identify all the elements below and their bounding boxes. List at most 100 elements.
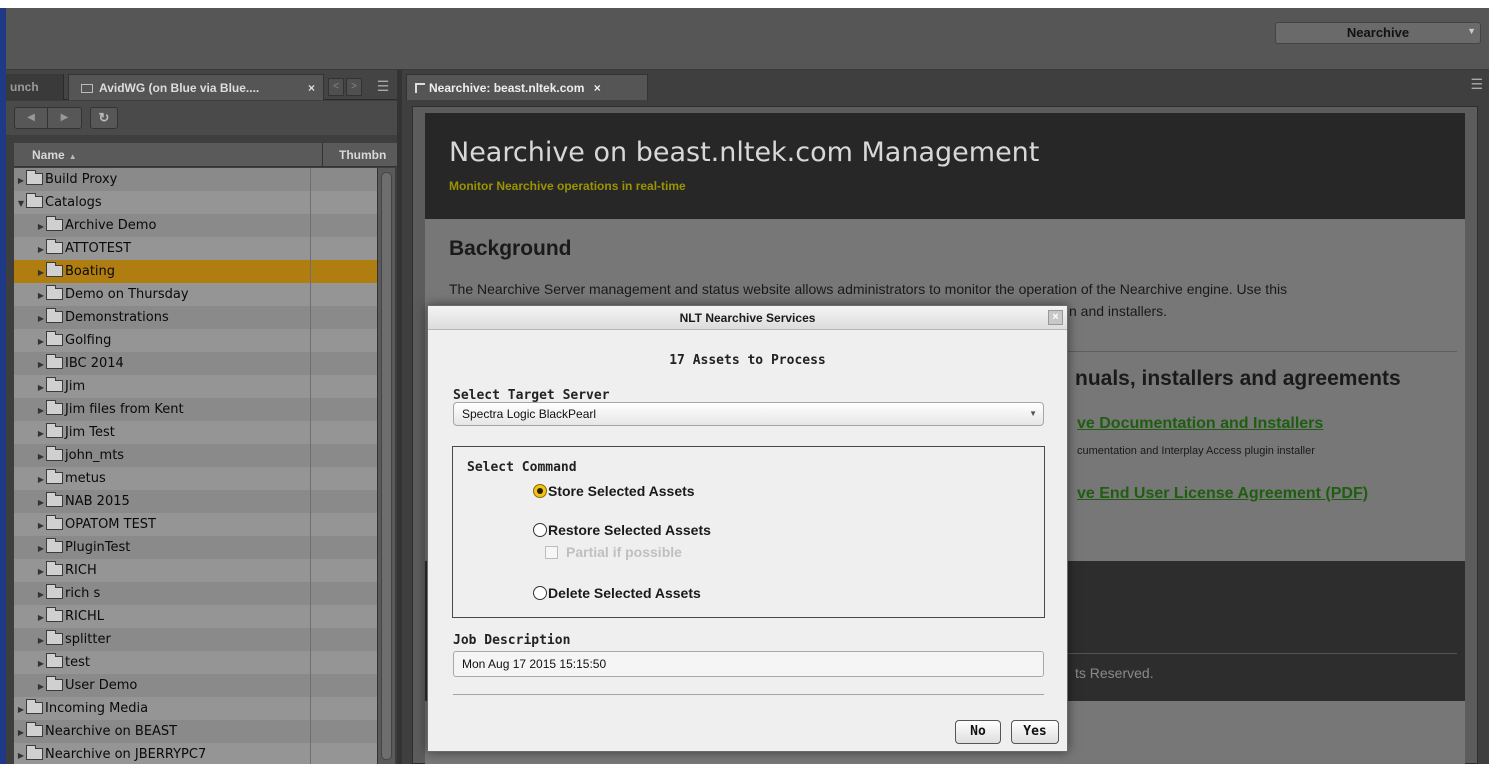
job-description-input[interactable]: Mon Aug 17 2015 15:15:50 <box>453 651 1044 677</box>
scrollbar-thumb[interactable] <box>381 172 392 760</box>
tree-row[interactable]: ▶ Boating <box>14 260 377 283</box>
tree-row[interactable]: ▶ Jim <box>14 375 377 398</box>
tab-scroll-right-button[interactable]: > <box>346 78 362 96</box>
tree-scrollbar[interactable] <box>377 168 395 764</box>
expanded-caret-icon[interactable]: ▼ <box>16 192 26 215</box>
tree-row[interactable]: ▶ Nearchive on BEAST <box>14 720 377 743</box>
license-agreement-link[interactable]: ve End User License Agreement (PDF) <box>1077 485 1368 503</box>
collapsed-caret-icon[interactable]: ▶ <box>16 169 26 192</box>
collapsed-caret-icon[interactable]: ▶ <box>36 399 46 422</box>
job-description-label: Job Description <box>453 633 571 648</box>
store-assets-radio[interactable]: Store Selected Assets <box>533 483 695 499</box>
tree-row[interactable]: ▶ rich s <box>14 582 377 605</box>
restore-assets-radio[interactable]: Restore Selected Assets <box>533 522 711 538</box>
close-icon[interactable]: × <box>308 75 315 100</box>
panel-menu-icon[interactable]: ☰ <box>375 78 391 96</box>
collapsed-caret-icon[interactable]: ▶ <box>36 215 46 238</box>
collapsed-caret-icon[interactable]: ▶ <box>36 537 46 560</box>
tree-row[interactable]: ▶ Golfing <box>14 329 377 352</box>
back-button[interactable]: ◀ <box>15 108 48 128</box>
collapsed-caret-icon[interactable]: ▶ <box>36 629 46 652</box>
folder-tree: ▶ Build Proxy ▼ Catalogs ▶ Archive Demo ▶ ATTOT… <box>14 168 377 764</box>
collapsed-caret-icon[interactable]: ▶ <box>36 238 46 261</box>
tree-row[interactable]: ▶ Nearchive on JBERRYPC7 <box>14 743 377 764</box>
tree-row[interactable]: ▶ Jim Test <box>14 421 377 444</box>
tree-row-label: PluginTest <box>65 540 131 555</box>
tree-row[interactable]: ▶ splitter <box>14 628 377 651</box>
collapsed-caret-icon[interactable]: ▶ <box>36 652 46 675</box>
chevron-down-icon: ▼ <box>1467 26 1476 36</box>
tree-row-label: OPATOM TEST <box>65 517 156 532</box>
refresh-icon: ↻ <box>98 110 110 125</box>
refresh-button[interactable]: ↻ <box>90 107 118 129</box>
background-text-continued: n and installers. <box>1069 303 1168 319</box>
folder-icon <box>26 745 43 760</box>
collapsed-caret-icon[interactable]: ▶ <box>36 583 46 606</box>
tab-avidwg[interactable]: AvidWG (on Blue via Blue.... × <box>68 74 324 100</box>
tree-row[interactable]: ▶ Jim files from Kent <box>14 398 377 421</box>
tree-row[interactable]: ▼ Catalogs <box>14 191 377 214</box>
tree-row[interactable]: ▶ ATTOTEST <box>14 237 377 260</box>
tab-nearchive[interactable]: Nearchive: beast.nltek.com × <box>406 74 648 100</box>
collapsed-caret-icon[interactable]: ▶ <box>36 606 46 629</box>
column-separator <box>310 329 311 352</box>
tree-row[interactable]: ▶ metus <box>14 467 377 490</box>
folder-icon <box>46 331 63 346</box>
tree-row-label: Jim files from Kent <box>65 402 184 417</box>
tree-row[interactable]: ▶ Archive Demo <box>14 214 377 237</box>
tree-row[interactable]: ▶ RICHL <box>14 605 377 628</box>
yes-button[interactable]: Yes <box>1011 720 1059 744</box>
no-button[interactable]: No <box>955 720 1001 744</box>
collapsed-caret-icon[interactable]: ▶ <box>36 514 46 537</box>
collapsed-caret-icon[interactable]: ▶ <box>16 744 26 764</box>
tree-row[interactable]: ▶ User Demo <box>14 674 377 697</box>
column-separator <box>310 260 311 283</box>
folder-icon <box>46 239 63 254</box>
folder-icon <box>46 561 63 576</box>
name-column-header[interactable]: Name ▲ <box>32 148 77 162</box>
panel-menu-icon[interactable]: ☰ <box>1470 76 1483 93</box>
collapsed-caret-icon[interactable]: ▶ <box>36 468 46 491</box>
tree-row[interactable]: ▶ john_mts <box>14 444 377 467</box>
tree-row[interactable]: ▶ Build Proxy <box>14 168 377 191</box>
tree-row[interactable]: ▶ IBC 2014 <box>14 352 377 375</box>
forward-button[interactable]: ▶ <box>48 108 81 128</box>
collapsed-caret-icon[interactable]: ▶ <box>36 560 46 583</box>
collapsed-caret-icon[interactable]: ▶ <box>36 330 46 353</box>
close-icon[interactable]: × <box>594 81 601 95</box>
radio-unselected-icon <box>533 523 547 537</box>
tab-scroll-left-button[interactable]: < <box>328 78 344 96</box>
column-separator <box>310 444 311 467</box>
tree-row[interactable]: ▶ OPATOM TEST <box>14 513 377 536</box>
collapsed-caret-icon[interactable]: ▶ <box>36 675 46 698</box>
documentation-link[interactable]: ve Documentation and Installers <box>1077 415 1323 433</box>
tree-row[interactable]: ▶ test <box>14 651 377 674</box>
thumbnail-column-header[interactable]: Thumbn <box>322 143 397 167</box>
top-strip <box>0 0 1489 8</box>
tree-row-label: Incoming Media <box>45 701 149 716</box>
collapsed-caret-icon[interactable]: ▶ <box>16 698 26 721</box>
collapsed-caret-icon[interactable]: ▶ <box>36 422 46 445</box>
collapsed-caret-icon[interactable]: ▶ <box>36 491 46 514</box>
close-icon[interactable]: × <box>1048 310 1063 325</box>
target-server-select[interactable]: Spectra Logic BlackPearl ▼ <box>453 402 1044 426</box>
collapsed-caret-icon[interactable]: ▶ <box>36 445 46 468</box>
tree-row[interactable]: ▶ PluginTest <box>14 536 377 559</box>
tab-launch[interactable]: unch <box>6 74 64 100</box>
collapsed-caret-icon[interactable]: ▶ <box>36 284 46 307</box>
delete-assets-radio[interactable]: Delete Selected Assets <box>533 585 701 601</box>
tree-row-label: metus <box>65 471 106 486</box>
collapsed-caret-icon[interactable]: ▶ <box>16 721 26 744</box>
partial-checkbox[interactable]: Partial if possible <box>545 544 682 560</box>
tree-row[interactable]: ▶ Demo on Thursday <box>14 283 377 306</box>
collapsed-caret-icon[interactable]: ▶ <box>36 353 46 376</box>
workspace-dropdown[interactable]: Nearchive ▼ <box>1275 22 1481 44</box>
tree-row[interactable]: ▶ Demonstrations <box>14 306 377 329</box>
collapsed-caret-icon[interactable]: ▶ <box>36 261 46 284</box>
tree-row[interactable]: ▶ Incoming Media <box>14 697 377 720</box>
collapsed-caret-icon[interactable]: ▶ <box>36 307 46 330</box>
collapsed-caret-icon[interactable]: ▶ <box>36 376 46 399</box>
tree-row[interactable]: ▶ RICH <box>14 559 377 582</box>
tree-row[interactable]: ▶ NAB 2015 <box>14 490 377 513</box>
target-server-value: Spectra Logic BlackPearl <box>462 407 597 421</box>
